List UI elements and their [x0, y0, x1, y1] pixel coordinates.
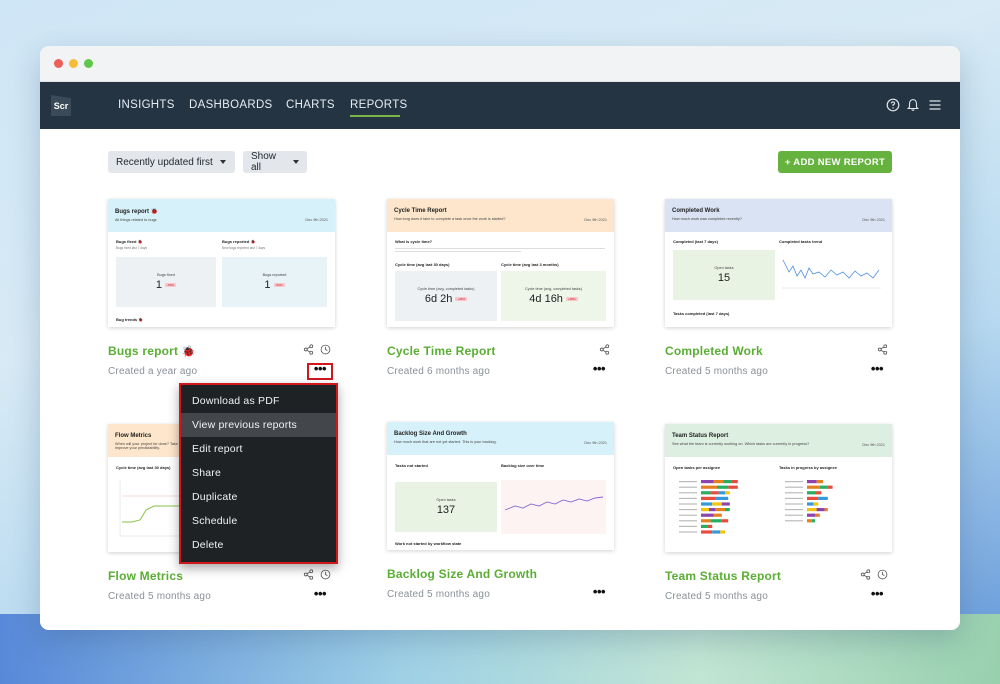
report-card-backlog[interactable]: Backlog Size And Growth How much work th… — [387, 422, 614, 600]
nav-reports[interactable]: REPORTS — [350, 99, 407, 111]
menu-item-share[interactable]: Share — [181, 461, 336, 485]
notification-bell-icon[interactable] — [906, 98, 920, 112]
window-titlebar — [40, 46, 960, 82]
maximize-window-button[interactable] — [84, 59, 93, 68]
share-icon[interactable] — [303, 569, 314, 580]
report-card-cycle-time[interactable]: Cycle Time Report How long does it take … — [387, 199, 614, 377]
report-created: Created 5 months ago — [665, 591, 768, 602]
report-title[interactable]: Team Status Report — [665, 569, 781, 583]
app-window: Scr INSIGHTS DASHBOARDS CHARTS REPORTS R… — [40, 46, 960, 630]
chevron-down-icon — [219, 160, 226, 164]
more-options-button[interactable]: ••• — [588, 362, 610, 378]
flow-metrics-mini-chart — [119, 480, 184, 537]
team-status-mini-chart — [679, 480, 833, 534]
report-thumbnail[interactable]: Team Status Report See what the team is … — [665, 424, 892, 552]
menu-item-delete[interactable]: Delete — [181, 533, 336, 557]
schedule-clock-icon[interactable] — [320, 569, 331, 580]
help-icon[interactable] — [886, 98, 900, 112]
schedule-clock-icon[interactable] — [320, 344, 331, 355]
top-navbar: Scr INSIGHTS DASHBOARDS CHARTS REPORTS — [40, 82, 960, 129]
more-options-button[interactable]: ••• — [866, 362, 888, 378]
completed-trend-mini-chart — [779, 250, 884, 300]
sort-dropdown[interactable]: Recently updated first — [108, 151, 235, 173]
report-thumbnail[interactable]: Completed Work How much work was complet… — [665, 199, 892, 327]
report-title[interactable]: Cycle Time Report — [387, 344, 496, 358]
menu-item-download-pdf[interactable]: Download as PDF — [181, 389, 336, 413]
report-title[interactable]: Completed Work — [665, 344, 763, 358]
backlog-mini-chart — [501, 480, 606, 534]
menu-item-schedule[interactable]: Schedule — [181, 509, 336, 533]
thumbnail-header: Bugs report 🐞 All things related to bugs… — [108, 199, 335, 232]
report-created: Created 5 months ago — [665, 366, 768, 377]
report-thumbnail[interactable]: Cycle Time Report How long does it take … — [387, 199, 614, 327]
report-title[interactable]: Bugs report 🐞 — [108, 344, 196, 358]
share-icon[interactable] — [877, 344, 888, 355]
menu-item-edit-report[interactable]: Edit report — [181, 437, 336, 461]
filter-dropdown[interactable]: Show all — [243, 151, 307, 173]
chevron-down-icon — [293, 160, 299, 164]
schedule-clock-icon[interactable] — [877, 569, 888, 580]
report-created: Created 6 months ago — [387, 366, 490, 377]
menu-hamburger-icon[interactable] — [928, 98, 942, 112]
report-card-team-status[interactable]: Team Status Report See what the team is … — [665, 424, 892, 602]
ladybug-emoji: 🐞 — [181, 346, 196, 358]
menu-item-view-previous-reports[interactable]: View previous reports — [181, 413, 336, 437]
nav-charts[interactable]: CHARTS — [286, 99, 335, 111]
minimize-window-button[interactable] — [69, 59, 78, 68]
report-card-bugs[interactable]: Bugs report 🐞 All things related to bugs… — [108, 199, 335, 380]
nav-dashboards[interactable]: DASHBOARDS — [189, 99, 273, 111]
report-thumbnail[interactable]: Bugs report 🐞 All things related to bugs… — [108, 199, 335, 327]
share-icon[interactable] — [599, 344, 610, 355]
more-options-button[interactable]: ••• — [588, 585, 610, 601]
report-created: Created 5 months ago — [108, 591, 211, 602]
reports-page: Recently updated first Show all + ADD NE… — [40, 129, 960, 630]
report-created: Created a year ago — [108, 366, 198, 377]
report-title[interactable]: Backlog Size And Growth — [387, 567, 537, 581]
report-title[interactable]: Flow Metrics — [108, 569, 183, 583]
filter-dropdown-label: Show all — [251, 151, 277, 173]
sort-dropdown-label: Recently updated first — [116, 156, 213, 168]
more-options-button[interactable]: ••• — [307, 362, 333, 380]
report-card-completed-work[interactable]: Completed Work How much work was complet… — [665, 199, 892, 377]
share-icon[interactable] — [860, 569, 871, 580]
report-thumbnail[interactable]: Backlog Size And Growth How much work th… — [387, 422, 614, 550]
report-options-menu: Download as PDF View previous reports Ed… — [179, 383, 338, 564]
active-nav-indicator — [350, 115, 400, 117]
nav-insights[interactable]: INSIGHTS — [118, 99, 175, 111]
close-window-button[interactable] — [54, 59, 63, 68]
more-options-button[interactable]: ••• — [309, 587, 331, 603]
more-options-button[interactable]: ••• — [866, 587, 888, 603]
share-icon[interactable] — [303, 344, 314, 355]
app-logo[interactable]: Scr — [51, 95, 71, 116]
menu-item-duplicate[interactable]: Duplicate — [181, 485, 336, 509]
add-new-report-button[interactable]: + ADD NEW REPORT — [778, 151, 892, 173]
report-created: Created 5 months ago — [387, 589, 490, 600]
